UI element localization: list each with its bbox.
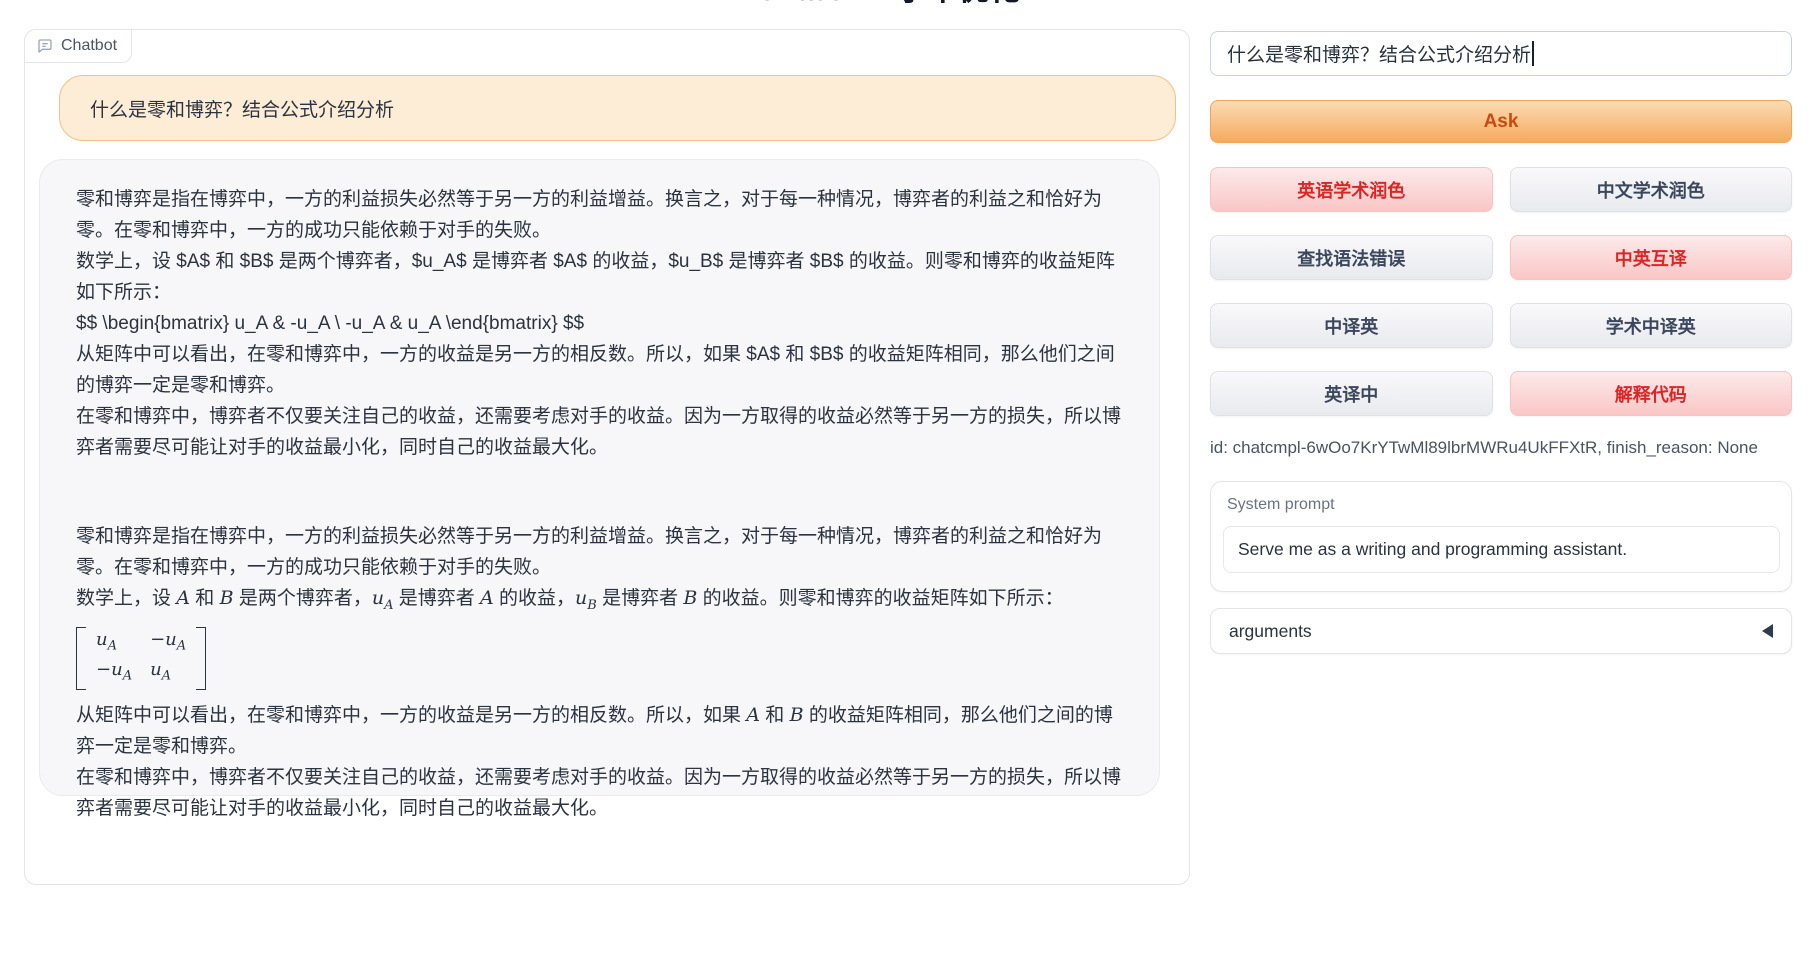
quick-button-zh-en-mutual-translate[interactable]: 中英互译 xyxy=(1510,235,1793,280)
quick-button-find-grammar-errors[interactable]: 查找语法错误 xyxy=(1210,235,1493,280)
bot-paragraph-rendered-2: 数学上，设 A 和 B 是两个博弈者，uA 是博弈者 A 的收益，uB 是博弈者… xyxy=(76,583,1123,621)
bot-paragraph-raw-2: 数学上，设 $A$ 和 $B$ 是两个博弈者，$u_A$ 是博弈者 $A$ 的收… xyxy=(76,246,1123,308)
bot-message-bubble: 零和博弈是指在博弈中，一方的利益损失必然等于另一方的利益增益。换言之，对于每一种… xyxy=(39,159,1160,796)
user-message-text: 什么是零和博弈？结合公式介绍分析 xyxy=(90,95,394,122)
quick-button-academic-zh-to-en[interactable]: 学术中译英 xyxy=(1510,303,1793,348)
ask-button[interactable]: Ask xyxy=(1210,100,1792,143)
chatbot-panel: Chatbot 什么是零和博弈？结合公式介绍分析 零和博弈是指在博弈中，一方的利… xyxy=(24,29,1190,885)
accordion-collapsed-icon xyxy=(1762,624,1773,638)
chat-bubble-icon xyxy=(37,38,53,54)
bot-paragraph-rendered-3: 从矩阵中可以看出，在零和博弈中，一方的收益是另一方的相反数。所以，如果 A 和 … xyxy=(76,700,1123,762)
matrix-bracket-left-icon xyxy=(76,627,86,690)
system-prompt-value: Serve me as a writing and programming as… xyxy=(1238,539,1627,560)
bot-paragraph-raw-1: 零和博弈是指在博弈中，一方的利益损失必然等于另一方的利益增益。换言之，对于每一种… xyxy=(76,184,1123,246)
arguments-accordion[interactable]: arguments xyxy=(1210,608,1792,654)
matrix-cell-11: uA xyxy=(150,658,186,689)
quick-button-english-academic-polish[interactable]: 英语学术润色 xyxy=(1210,167,1493,212)
quick-button-explain-code[interactable]: 解释代码 xyxy=(1510,371,1793,416)
text-cursor xyxy=(1532,41,1534,66)
accordion-label: arguments xyxy=(1229,621,1312,642)
bot-paragraph-raw-4: 在零和博弈中，博弈者不仅要关注自己的收益，还需要考虑对手的收益。因为一方取得的收… xyxy=(76,401,1123,463)
system-prompt-label: System prompt xyxy=(1227,496,1791,514)
system-prompt-group: System prompt Serve me as a writing and … xyxy=(1210,481,1792,592)
bot-paragraph-rendered-1: 零和博弈是指在博弈中，一方的利益损失必然等于另一方的利益增益。换言之，对于每一种… xyxy=(76,521,1123,583)
matrix-cell-01: −uA xyxy=(150,628,186,659)
status-id-text: id: chatcmpl-6wOo7KrYTwMl89lbrMWRu4UkFFX… xyxy=(1210,438,1792,458)
payoff-matrix: uA −uA −uA uA xyxy=(76,627,206,690)
matrix-bracket-right-icon xyxy=(196,627,206,690)
chatbot-label: Chatbot xyxy=(24,29,132,63)
page-title-clipped: ChatGPT 学术优化 xyxy=(755,0,1115,9)
question-input-value: 什么是零和博弈？结合公式介绍分析 xyxy=(1227,40,1531,67)
matrix-cell-10: −uA xyxy=(96,658,132,689)
quick-button-chinese-academic-polish[interactable]: 中文学术润色 xyxy=(1510,167,1793,212)
bot-paragraph-raw-3: 从矩阵中可以看出，在零和博弈中，一方的收益是另一方的相反数。所以，如果 $A$ … xyxy=(76,339,1123,401)
quick-button-en-to-zh[interactable]: 英译中 xyxy=(1210,371,1493,416)
question-input[interactable]: 什么是零和博弈？结合公式介绍分析 xyxy=(1210,31,1792,76)
chatbot-label-text: Chatbot xyxy=(61,37,117,55)
quick-buttons-grid: 英语学术润色 中文学术润色 查找语法错误 中英互译 中译英 学术中译英 英译中 … xyxy=(1210,167,1792,416)
matrix-cell-00: uA xyxy=(96,628,132,659)
page-title-text: ChatGPT 学术优化 xyxy=(755,0,1115,7)
paragraph-gap xyxy=(76,463,1123,521)
quick-button-zh-to-en[interactable]: 中译英 xyxy=(1210,303,1493,348)
bot-latex-block-raw: $$ \begin{bmatrix} u_A & -u_A \ -u_A & u… xyxy=(76,308,1123,339)
system-prompt-input[interactable]: Serve me as a writing and programming as… xyxy=(1223,526,1780,573)
bot-paragraph-rendered-4: 在零和博弈中，博弈者不仅要关注自己的收益，还需要考虑对手的收益。因为一方取得的收… xyxy=(76,762,1123,824)
user-message-bubble: 什么是零和博弈？结合公式介绍分析 xyxy=(59,75,1176,141)
